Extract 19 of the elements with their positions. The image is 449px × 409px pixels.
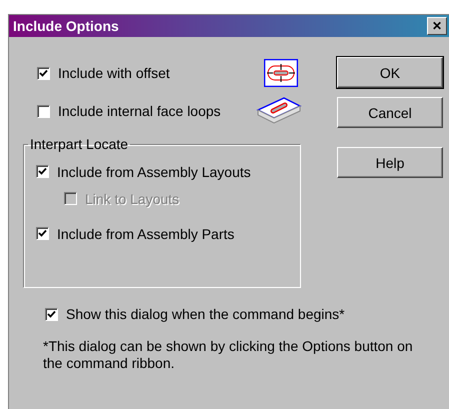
checkbox-label: Link to Layouts	[85, 190, 180, 206]
window-title: Include Options	[13, 18, 119, 34]
group-title: Interpart Locate	[29, 136, 130, 152]
checkbox-row[interactable]: Include with offset	[37, 65, 170, 81]
dialog-button[interactable]: Cancel	[337, 97, 443, 128]
dialog-button[interactable]: Help	[337, 147, 443, 178]
checkbox[interactable]	[36, 227, 49, 240]
close-button[interactable]: ✕	[427, 17, 447, 35]
block-with-slot-icon	[256, 96, 302, 126]
offset-profile-icon	[264, 59, 298, 87]
footnote-text: *This dialog can be shown by clicking the Options button on the command ribbon.	[43, 338, 414, 372]
checkbox[interactable]	[37, 104, 50, 118]
checkbox-row[interactable]: Show this dialog when the command begins*	[45, 306, 435, 322]
checkbox-label: Show this dialog when the command begins*	[66, 306, 345, 322]
checkbox[interactable]	[45, 308, 58, 320]
checkbox[interactable]	[36, 165, 49, 178]
checkbox-label: Include with offset	[58, 65, 170, 81]
dialog-button[interactable]: OK	[337, 57, 443, 88]
checkbox[interactable]	[37, 66, 50, 80]
